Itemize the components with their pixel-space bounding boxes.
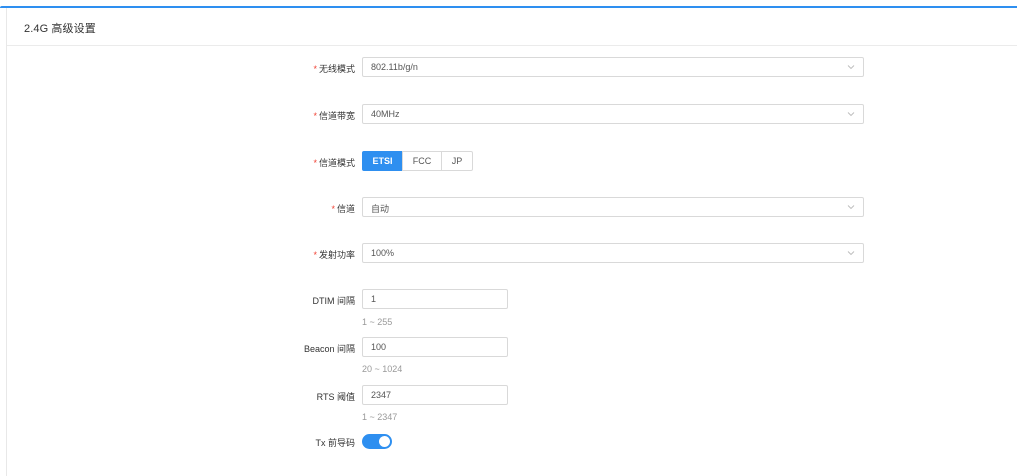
select-value: 802.11b/g/n [371, 62, 418, 72]
chevron-down-icon [847, 205, 855, 210]
form-label-wireless-mode: * 无线模式 [313, 62, 355, 75]
select-value: 自动 [371, 204, 390, 214]
chevron-down-icon [847, 251, 855, 256]
required-mark: * [313, 158, 317, 168]
select-value: 40MHz [371, 109, 400, 119]
form-label-dtim: DTIM 间隔 [312, 296, 356, 306]
channel-mode-option-jp[interactable]: JP [441, 151, 473, 171]
select-value: 100% [371, 248, 395, 258]
form-label-tx-power: * 发射功率 [313, 248, 355, 261]
form-label-tx-preamble: Tx 前导码 [315, 438, 356, 448]
dtim-input[interactable] [362, 289, 508, 309]
required-mark: * [313, 111, 317, 121]
form-label-text: 发射功率 [318, 250, 355, 260]
form-label-text: 信道模式 [318, 158, 355, 168]
required-mark: * [331, 204, 335, 214]
channel-mode-radio-group: ETSI FCC JP [362, 151, 473, 171]
channel-mode-option-fcc[interactable]: FCC [402, 151, 442, 171]
tx-preamble-toggle[interactable] [362, 434, 392, 449]
toggle-knob [379, 436, 390, 447]
form-label-bandwidth: * 信道带宽 [313, 109, 355, 122]
form-label-rts: RTS 阈值 [316, 392, 355, 402]
rts-hint: 1 ~ 2347 [362, 412, 398, 422]
tx-power-select[interactable]: 100% [362, 243, 864, 263]
form-label-text: 信道 [336, 204, 355, 214]
beacon-hint: 20 ~ 1024 [362, 364, 403, 374]
channel-select[interactable]: 自动 [362, 197, 864, 217]
chevron-down-icon [847, 112, 855, 117]
bandwidth-select[interactable]: 40MHz [362, 104, 864, 124]
required-mark: * [313, 64, 317, 74]
card-header: 2.4G 高级设置 [7, 8, 1017, 46]
advanced-settings-page: 2.4G 高级设置 * 无线模式 802.11b/g/n * 信道带宽 40MHz … [0, 0, 1017, 476]
panel-border [6, 8, 7, 476]
form-label-text: 无线模式 [318, 64, 355, 74]
dtim-hint: 1 ~ 255 [362, 317, 393, 327]
form-label-channel: * 信道 [331, 202, 355, 215]
channel-mode-option-etsi[interactable]: ETSI [362, 151, 403, 171]
card-title: 2.4G 高级设置 [24, 23, 96, 35]
form-label-beacon: Beacon 间隔 [303, 344, 355, 354]
form-label-text: 信道带宽 [318, 111, 355, 121]
form-label-channel-mode: * 信道模式 [313, 156, 355, 169]
wireless-mode-select[interactable]: 802.11b/g/n [362, 57, 864, 77]
required-mark: * [313, 250, 317, 260]
chevron-down-icon [847, 65, 855, 70]
rts-input[interactable] [362, 385, 508, 405]
beacon-input[interactable] [362, 337, 508, 357]
